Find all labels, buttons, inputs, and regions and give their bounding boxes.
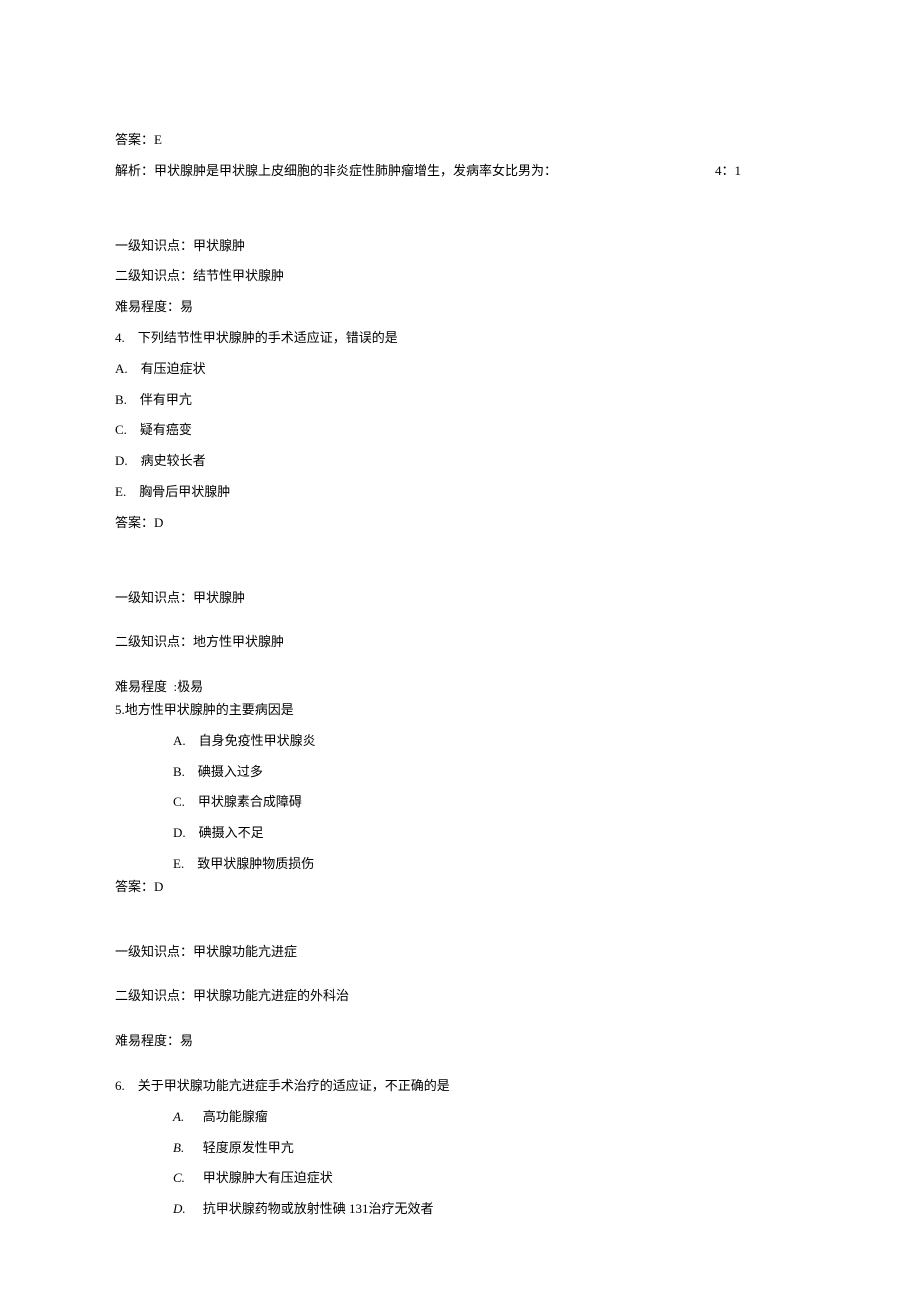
option-text: 胸骨后甲状腺肿: [139, 484, 230, 499]
option-row: D. 抗甲状腺药物或放射性碘 131治疗无效者: [115, 1199, 805, 1220]
option-label: B.: [115, 392, 127, 407]
option-label: B.: [173, 1138, 193, 1159]
answer-line: 答案：D: [115, 877, 805, 898]
question-stem: 5.地方性甲状腺肿的主要病因是: [115, 700, 805, 721]
option-row: C. 疑有癌变: [115, 420, 805, 441]
option-row: B. 碘摄入过多: [115, 762, 805, 783]
option-row: E. 胸骨后甲状腺肿: [115, 482, 805, 503]
option-row: A. 有压迫症状: [115, 359, 805, 380]
option-label: C.: [173, 1168, 193, 1189]
option-text: 碘摄入不足: [199, 825, 264, 840]
answer-line: 答案：D: [115, 513, 805, 534]
option-text: 轻度原发性甲亢: [203, 1140, 294, 1155]
option-text: 疑有癌变: [140, 422, 192, 437]
kp-level-2: 二级知识点：结节性甲状腺肿: [115, 266, 805, 287]
option-row: B. 伴有甲亢: [115, 390, 805, 411]
option-label: D.: [173, 1199, 193, 1220]
option-row: C. 甲状腺肿大有压迫症状: [115, 1168, 805, 1189]
option-label: C.: [173, 794, 185, 809]
option-row: A. 自身免疫性甲状腺炎: [115, 731, 805, 752]
question-number: 6.: [115, 1078, 125, 1093]
option-row: E. 致甲状腺肿物质损伤: [115, 854, 805, 875]
difficulty-line: 难易程度：易: [115, 1031, 805, 1052]
option-label: D.: [173, 825, 186, 840]
option-label: D.: [115, 453, 128, 468]
difficulty-line: 难易程度 :极易: [115, 677, 805, 698]
difficulty-line: 难易程度：易: [115, 297, 805, 318]
ratio-value: 4：1: [715, 161, 805, 182]
kp-level-2: 二级知识点：地方性甲状腺肿: [115, 632, 805, 653]
option-label: A.: [173, 733, 186, 748]
option-label: E.: [173, 856, 184, 871]
difficulty-label: 难易程度: [115, 679, 167, 694]
option-text: 有压迫症状: [141, 361, 206, 376]
kp-level-1: 一级知识点：甲状腺肿: [115, 236, 805, 257]
option-row: D. 碘摄入不足: [115, 823, 805, 844]
option-text: 甲状腺肿大有压迫症状: [203, 1170, 333, 1185]
kp-level-1: 一级知识点：甲状腺功能亢进症: [115, 942, 805, 963]
question-number: 4.: [115, 330, 125, 345]
option-text: 抗甲状腺药物或放射性碘 131治疗无效者: [203, 1201, 434, 1216]
explanation-line: 解析：甲状腺肿是甲状腺上皮细胞的非炎症性肺肿瘤增生，发病率女比男为： 4：1: [115, 161, 805, 182]
option-row: D. 病史较长者: [115, 451, 805, 472]
option-row: A. 高功能腺瘤: [115, 1107, 805, 1128]
option-label: A.: [173, 1107, 193, 1128]
question-text: 关于甲状腺功能亢进症手术治疗的适应证，不正确的是: [138, 1078, 450, 1093]
question-stem: 4. 下列结节性甲状腺肿的手术适应证，错误的是: [115, 328, 805, 349]
option-text: 病史较长者: [141, 453, 206, 468]
option-label: E.: [115, 484, 126, 499]
kp-level-1: 一级知识点：甲状腺肿: [115, 588, 805, 609]
option-text: 致甲状腺肿物质损伤: [197, 856, 314, 871]
question-text: 下列结节性甲状腺肿的手术适应证，错误的是: [138, 330, 398, 345]
option-label: C.: [115, 422, 127, 437]
option-label: A.: [115, 361, 128, 376]
explanation-text: 解析：甲状腺肿是甲状腺上皮细胞的非炎症性肺肿瘤增生，发病率女比男为：: [115, 161, 557, 182]
option-text: 高功能腺瘤: [203, 1109, 268, 1124]
kp-level-2: 二级知识点：甲状腺功能亢进症的外科治: [115, 986, 805, 1007]
option-label: B.: [173, 764, 185, 779]
option-row: B. 轻度原发性甲亢: [115, 1138, 805, 1159]
document-page: 答案：E 解析：甲状腺肿是甲状腺上皮细胞的非炎症性肺肿瘤增生，发病率女比男为： …: [0, 0, 920, 1303]
option-text: 自身免疫性甲状腺炎: [199, 733, 316, 748]
answer-line: 答案：E: [115, 130, 805, 151]
question-stem: 6. 关于甲状腺功能亢进症手术治疗的适应证，不正确的是: [115, 1076, 805, 1097]
option-row: C. 甲状腺素合成障碍: [115, 792, 805, 813]
difficulty-value: :极易: [174, 679, 204, 694]
option-text: 伴有甲亢: [140, 392, 192, 407]
option-text: 碘摄入过多: [198, 764, 263, 779]
option-text: 甲状腺素合成障碍: [198, 794, 302, 809]
